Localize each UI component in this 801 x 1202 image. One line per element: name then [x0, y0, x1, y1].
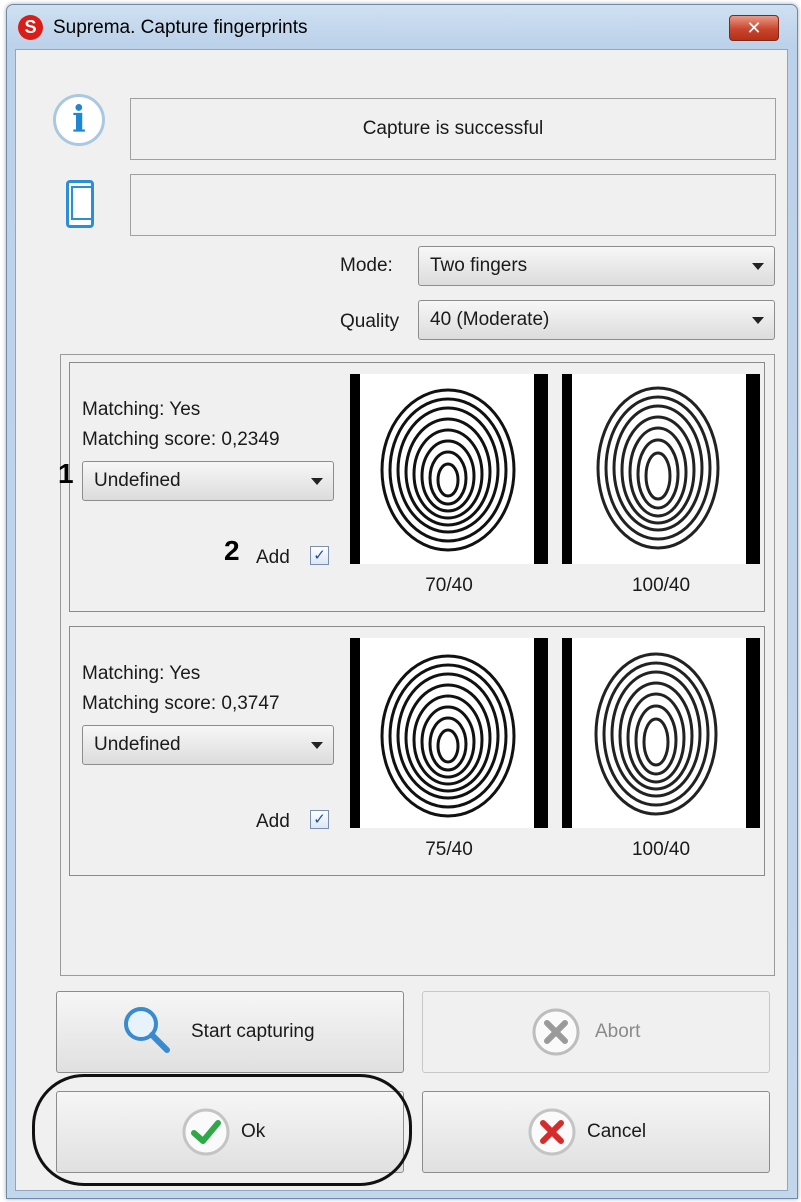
fingerprint-icon: [380, 654, 516, 818]
finger-set-1: Matching: Yes Matching score: 0,2349 Und…: [69, 362, 765, 612]
matching-score: Matching score: 0,3747: [82, 693, 280, 714]
add-checkbox[interactable]: ✓: [310, 810, 329, 829]
fingerprint-icon: [594, 652, 718, 816]
image-score-2: 100/40: [631, 575, 691, 596]
matching-status: Matching: Yes: [82, 663, 201, 684]
abort-icon: [532, 1008, 580, 1056]
mode-value: Two fingers: [430, 255, 528, 276]
finger-select-value: Undefined: [94, 470, 181, 491]
mode-select[interactable]: Two fingers: [418, 246, 775, 286]
image-score-3: 75/40: [425, 839, 473, 860]
title-bar[interactable]: S Suprema. Capture fingerprints ✕: [7, 5, 797, 49]
chevron-down-icon: [752, 263, 764, 270]
fingerprint-image-3: [350, 638, 548, 828]
fingerprint-image-1: [350, 374, 548, 564]
cancel-label: Cancel: [587, 1121, 647, 1142]
status-message: Capture is successful: [130, 98, 776, 160]
add-label: Add: [256, 547, 290, 568]
add-label: Add: [256, 811, 290, 832]
chevron-down-icon: [752, 317, 764, 324]
chevron-down-icon: [311, 742, 323, 749]
device-status-message: [130, 174, 776, 236]
fingerprint-icon: [596, 386, 720, 550]
annotation-1: 1: [58, 458, 74, 489]
s-logo-icon: S: [18, 15, 43, 40]
close-button[interactable]: ✕: [729, 15, 779, 41]
cancel-button[interactable]: Cancel: [422, 1091, 770, 1173]
matching-score: Matching score: 0,2349: [82, 429, 280, 450]
annotation-2: 2: [224, 535, 240, 566]
quality-value: 40 (Moderate): [430, 309, 550, 330]
finger-select[interactable]: Undefined: [82, 461, 334, 501]
fingerprint-image-4: [562, 638, 760, 828]
mode-label: Mode:: [340, 255, 393, 276]
fingerprint-icon: [380, 388, 516, 552]
fingerprint-image-2: [562, 374, 760, 564]
dialog-window: S Suprema. Capture fingerprints ✕ i Capt…: [6, 4, 798, 1199]
matching-status: Matching: Yes: [82, 399, 201, 420]
cancel-icon: [528, 1108, 576, 1156]
image-score-4: 100/40: [631, 839, 691, 860]
device-icon: [66, 180, 94, 228]
window-title: Suprema. Capture fingerprints: [53, 17, 308, 38]
finger-set-2: Matching: Yes Matching score: 0,3747 Und…: [69, 626, 765, 876]
abort-label: Abort: [595, 1021, 641, 1042]
dialog-client: i Capture is successful Mode: Two finger…: [15, 49, 788, 1191]
image-score-1: 70/40: [425, 575, 473, 596]
finger-select-value: Undefined: [94, 734, 181, 755]
finger-select[interactable]: Undefined: [82, 725, 334, 765]
start-capturing-button[interactable]: Start capturing: [56, 991, 404, 1073]
info-icon: i: [53, 94, 105, 146]
add-checkbox[interactable]: ✓: [310, 546, 329, 565]
chevron-down-icon: [311, 478, 323, 485]
start-capturing-label: Start capturing: [191, 1021, 315, 1042]
quality-label: Quality: [340, 311, 400, 332]
quality-select[interactable]: 40 (Moderate): [418, 300, 775, 340]
abort-button[interactable]: Abort: [422, 991, 770, 1073]
ok-highlight-ring: [32, 1074, 412, 1186]
search-icon: [124, 1007, 170, 1053]
